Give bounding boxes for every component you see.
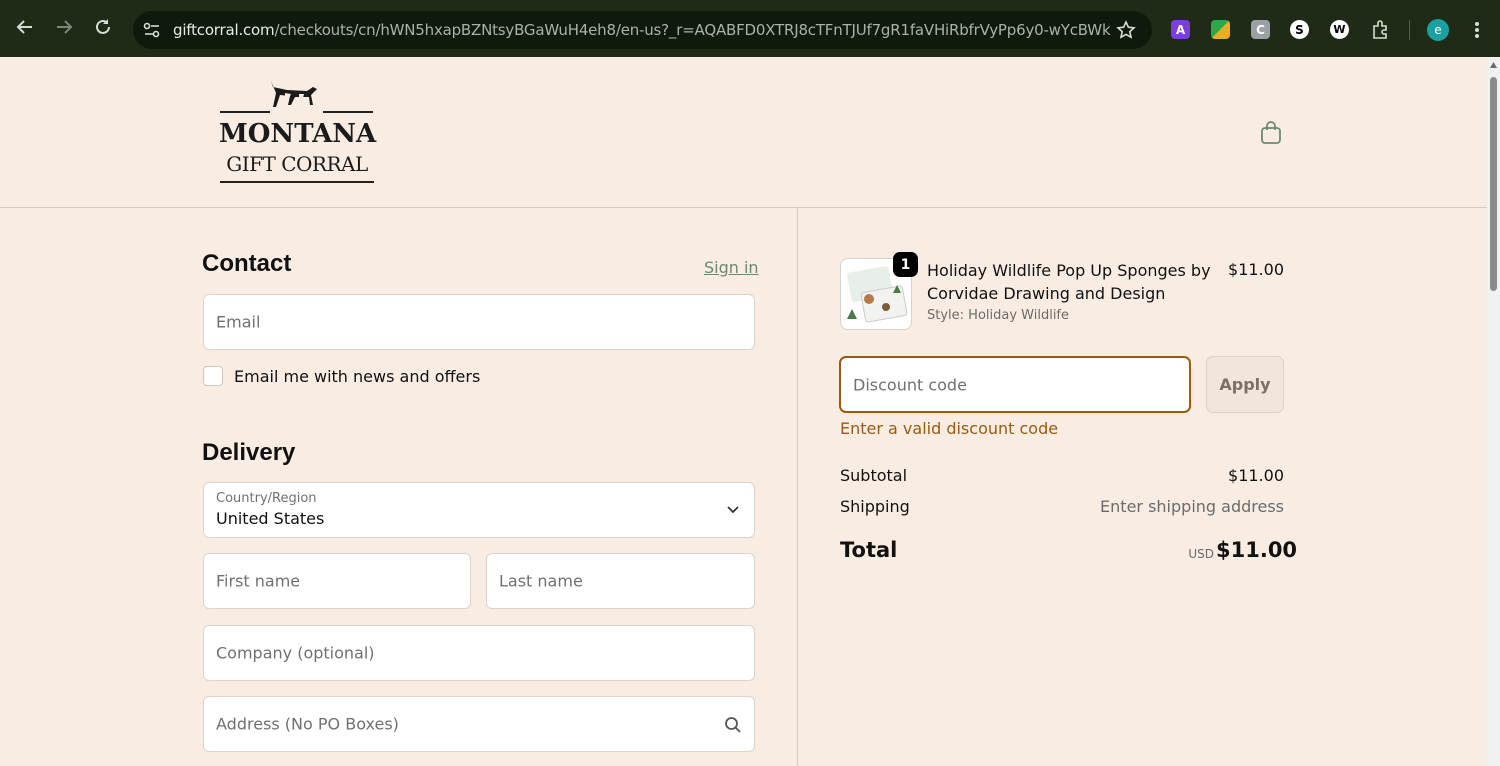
url-host: giftcorral.com [173, 21, 275, 39]
page-scrollbar[interactable] [1487, 57, 1500, 766]
address-placeholder: Address (No PO Boxes) [216, 714, 399, 734]
last-name-field[interactable]: Last name [486, 553, 755, 609]
first-name-field[interactable]: First name [203, 553, 471, 609]
discount-placeholder: Discount code [853, 375, 967, 394]
email-field[interactable]: Email [203, 294, 755, 350]
column-divider [797, 208, 798, 766]
total-currency: USD [1188, 547, 1214, 561]
logo-text-gift-corral: GIFT CORRAL [226, 152, 368, 176]
extension-sheets-icon[interactable] [1211, 20, 1230, 39]
logo-text-montana: MONTANA [219, 119, 377, 149]
logo-rule-bottom [220, 181, 374, 183]
product-title: Holiday Wildlife Pop Up Sponges by Corvi… [927, 261, 1211, 303]
logo-rule-right [323, 111, 373, 113]
subtotal-value: $11.00 [1228, 466, 1284, 485]
scrollbar-thumb[interactable] [1490, 77, 1497, 291]
company-placeholder: Company (optional) [216, 643, 375, 663]
address-field[interactable]: Address (No PO Boxes) [203, 696, 755, 752]
reload-icon[interactable] [92, 16, 114, 38]
country-value: United States [216, 509, 325, 528]
shopping-bag-icon[interactable] [1260, 121, 1282, 145]
shipping-label: Shipping [840, 497, 910, 516]
first-name-placeholder: First name [216, 571, 301, 591]
store-logo[interactable]: MONTANA GIFT CORRAL [219, 79, 377, 185]
site-info-icon[interactable] [143, 22, 161, 42]
extensions-icon[interactable] [1370, 20, 1390, 44]
chevron-down-icon [727, 506, 739, 514]
shipping-value: Enter shipping address [1100, 497, 1284, 516]
extension-a-icon[interactable]: A [1171, 20, 1190, 39]
extension-c-icon[interactable]: C [1251, 20, 1270, 39]
delivery-heading: Delivery [202, 439, 296, 466]
newsletter-label: Email me with news and offers [234, 367, 481, 386]
country-label: Country/Region [216, 491, 317, 506]
product-price: $11.00 [1228, 260, 1284, 279]
country-select[interactable]: Country/Region United States [203, 482, 755, 538]
logo-rule-left [220, 111, 270, 113]
horse-logo-icon [271, 81, 317, 107]
sign-in-link[interactable]: Sign in [704, 258, 759, 277]
store-header: MONTANA GIFT CORRAL [0, 57, 1487, 208]
newsletter-checkbox[interactable] [203, 366, 223, 386]
total-value: $11.00 [1216, 538, 1298, 562]
toolbar-divider [1409, 20, 1410, 40]
url-text: giftcorral.com/checkouts/cn/hWN5hxapBZNt… [173, 21, 1111, 39]
back-icon[interactable] [14, 16, 36, 38]
search-icon[interactable] [724, 716, 742, 734]
quantity-badge: 1 [893, 252, 918, 277]
apply-discount-button[interactable]: Apply [1206, 356, 1284, 413]
scroll-up-icon[interactable] [1490, 62, 1497, 68]
contact-heading: Contact [202, 250, 292, 277]
browser-toolbar: giftcorral.com/checkouts/cn/hWN5hxapBZNt… [0, 0, 1500, 57]
email-placeholder: Email [216, 312, 261, 332]
profile-avatar[interactable]: e [1427, 19, 1449, 41]
bookmark-star-icon[interactable] [1116, 20, 1136, 44]
url-path: /checkouts/cn/hWN5hxapBZNtsyBGaWuH4eh8/e… [274, 21, 1111, 39]
forward-icon[interactable] [53, 16, 75, 38]
company-field[interactable]: Company (optional) [203, 625, 755, 681]
subtotal-label: Subtotal [840, 466, 908, 485]
discount-error-message: Enter a valid discount code [840, 419, 1059, 438]
extension-w-icon[interactable]: W [1330, 20, 1349, 39]
address-bar[interactable]: giftcorral.com/checkouts/cn/hWN5hxapBZNt… [133, 11, 1152, 49]
product-variant: Style: Holiday Wildlife [927, 308, 1070, 323]
total-label: Total [840, 538, 898, 562]
extension-s-icon[interactable]: S [1290, 20, 1309, 39]
menu-icon[interactable] [1470, 20, 1484, 44]
discount-code-input[interactable]: Discount code [839, 356, 1191, 413]
last-name-placeholder: Last name [499, 571, 583, 591]
